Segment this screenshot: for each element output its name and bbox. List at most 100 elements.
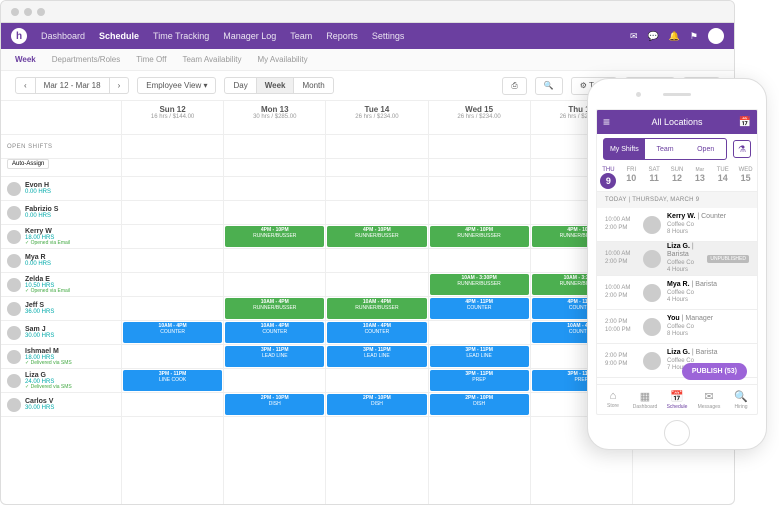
phone-day[interactable]: Mar13	[688, 164, 711, 191]
shift-block[interactable]: 3PM - 11PMLEAD LINE	[327, 346, 426, 367]
employee-row[interactable]: Mya R0.00 HRS	[1, 249, 121, 273]
schedule-cell[interactable]	[122, 273, 223, 297]
shift-block[interactable]: 3PM - 11PMPREP	[430, 370, 529, 391]
shift-block[interactable]: 3PM - 11PMLINE COOK	[123, 370, 222, 391]
shift-block[interactable]: 10AM - 4PMCOUNTER	[123, 322, 222, 343]
schedule-cell[interactable]: 2PM - 10PMDISH	[429, 393, 530, 417]
shift-block[interactable]: 2PM - 10PMDISH	[225, 394, 324, 415]
print-button[interactable]: ⎙	[502, 77, 526, 95]
phone-nav-hiring[interactable]: 🔍Hiring	[725, 385, 757, 414]
phone-day[interactable]: TUE14	[711, 164, 734, 191]
nav-team[interactable]: Team	[290, 31, 312, 41]
publish-button[interactable]: PUBLISH (53)	[682, 363, 747, 380]
employee-row[interactable]: Liza G24.00 HRS✓ Delivered via SMS	[1, 369, 121, 393]
shift-block[interactable]: 10AM - 4PMRUNNER/BUSSER	[327, 298, 426, 319]
schedule-cell[interactable]	[122, 177, 223, 201]
window-close-dot[interactable]	[11, 8, 19, 16]
schedule-cell[interactable]	[326, 249, 427, 273]
schedule-cell[interactable]: 10AM - 4PMRUNNER/BUSSER	[326, 297, 427, 321]
shift-block[interactable]: 4PM - 10PMRUNNER/BUSSER	[327, 226, 426, 247]
schedule-cell[interactable]: 3PM - 11PMLEAD LINE	[429, 345, 530, 369]
shift-block[interactable]: 3PM - 11PMLEAD LINE	[430, 346, 529, 367]
shift-block[interactable]: 2PM - 10PMDISH	[430, 394, 529, 415]
schedule-cell[interactable]: 3PM - 11PMPREP	[429, 369, 530, 393]
schedule-cell[interactable]: 10AM - 4PMCOUNTER	[326, 321, 427, 345]
schedule-cell[interactable]: 10AM - 3:30PMRUNNER/BUSSER	[429, 273, 530, 297]
subnav-item[interactable]: Week	[15, 55, 36, 64]
phone-tab[interactable]: My Shifts	[604, 139, 645, 159]
schedule-cell[interactable]	[224, 273, 325, 297]
schedule-cell[interactable]	[122, 249, 223, 273]
schedule-cell[interactable]: 3PM - 11PMLEAD LINE	[326, 345, 427, 369]
schedule-cell[interactable]: 3PM - 11PMLINE COOK	[122, 369, 223, 393]
nav-settings[interactable]: Settings	[372, 31, 405, 41]
nav-reports[interactable]: Reports	[326, 31, 358, 41]
phone-day[interactable]: THU9	[597, 164, 620, 191]
phone-day[interactable]: SAT11	[643, 164, 666, 191]
phone-nav-store[interactable]: ⌂Store	[597, 385, 629, 414]
phone-day[interactable]: FRI10	[620, 164, 643, 191]
phone-nav-dashboard[interactable]: ▦Dashboard	[629, 385, 661, 414]
subnav-item[interactable]: My Availability	[257, 55, 307, 64]
shift-block[interactable]: 10AM - 4PMCOUNTER	[225, 322, 324, 343]
nav-schedule[interactable]: Schedule	[99, 31, 139, 41]
phone-shift-item[interactable]: 10:00 AM2:00 PMMya R. | BaristaCoffee Co…	[597, 276, 757, 310]
schedule-cell[interactable]	[122, 297, 223, 321]
schedule-cell[interactable]	[224, 369, 325, 393]
phone-nav-schedule[interactable]: 📅Schedule	[661, 385, 693, 414]
schedule-cell[interactable]	[326, 273, 427, 297]
next-week-button[interactable]: ›	[110, 78, 129, 93]
employee-row[interactable]: Ishmael M18.00 HRS✓ Delivered via SMS	[1, 345, 121, 369]
phone-shift-item[interactable]: 2:00 PM10:00 PMYou | ManagerCoffee Co8 H…	[597, 310, 757, 344]
schedule-cell[interactable]: 4PM - 10PMRUNNER/BUSSER	[326, 225, 427, 249]
window-min-dot[interactable]	[24, 8, 32, 16]
schedule-cell[interactable]	[429, 249, 530, 273]
filter-icon[interactable]: ⚗	[733, 140, 751, 158]
nav-dashboard[interactable]: Dashboard	[41, 31, 85, 41]
phone-shift-item[interactable]: 10:00 AM2:00 PMKerry W. | CounterCoffee …	[597, 208, 757, 242]
chat-icon[interactable]: 💬	[647, 31, 658, 42]
phone-tab[interactable]: Open	[685, 139, 726, 159]
schedule-cell[interactable]: 10AM - 4PMRUNNER/BUSSER	[224, 297, 325, 321]
nav-manager-log[interactable]: Manager Log	[223, 31, 276, 41]
schedule-cell[interactable]: 2PM - 10PMDISH	[326, 393, 427, 417]
date-range[interactable]: Mar 12 - Mar 18	[36, 78, 110, 93]
schedule-cell[interactable]	[224, 201, 325, 225]
employee-row[interactable]: Jeff S36.00 HRS	[1, 297, 121, 321]
shift-block[interactable]: 4PM - 10PMRUNNER/BUSSER	[430, 226, 529, 247]
schedule-cell[interactable]	[326, 177, 427, 201]
nav-time-tracking[interactable]: Time Tracking	[153, 31, 209, 41]
schedule-cell[interactable]	[122, 225, 223, 249]
employee-row[interactable]: Evon H0.00 HRS	[1, 177, 121, 201]
week-button[interactable]: Week	[257, 78, 295, 93]
month-button[interactable]: Month	[294, 78, 332, 93]
schedule-cell[interactable]	[429, 321, 530, 345]
subnav-item[interactable]: Time Off	[136, 55, 166, 64]
schedule-cell[interactable]: 4PM - 10PMRUNNER/BUSSER	[224, 225, 325, 249]
schedule-cell[interactable]: 4PM - 11PMCOUNTER	[429, 297, 530, 321]
employee-row[interactable]: Fabrizio S0.00 HRS	[1, 201, 121, 225]
employee-row[interactable]: Zelda E10.50 HRS✓ Opened via Email	[1, 273, 121, 297]
employee-row[interactable]: Kerry W18.00 HRS✓ Opened via Email	[1, 225, 121, 249]
shift-block[interactable]: 10AM - 3:30PMRUNNER/BUSSER	[430, 274, 529, 295]
subnav-item[interactable]: Team Availability	[182, 55, 241, 64]
auto-assign-button[interactable]: Auto-Assign	[7, 159, 49, 169]
employee-row[interactable]: Sam J30.00 HRS	[1, 321, 121, 345]
view-select[interactable]: Employee View ▾	[137, 77, 216, 94]
employee-row[interactable]: Carlos V30.00 HRS	[1, 393, 121, 417]
day-button[interactable]: Day	[225, 78, 256, 93]
mail-icon[interactable]: ✉	[630, 31, 638, 42]
schedule-cell[interactable]: 10AM - 4PMCOUNTER	[224, 321, 325, 345]
schedule-cell[interactable]	[122, 393, 223, 417]
shift-block[interactable]: 2PM - 10PMDISH	[327, 394, 426, 415]
flag-icon[interactable]: ⚑	[690, 31, 698, 42]
user-avatar[interactable]	[708, 28, 724, 44]
home-button[interactable]	[664, 420, 690, 446]
schedule-cell[interactable]: 10AM - 4PMCOUNTER	[122, 321, 223, 345]
schedule-cell[interactable]	[429, 201, 530, 225]
bell-icon[interactable]: 🔔	[669, 31, 680, 42]
shift-block[interactable]: 10AM - 4PMRUNNER/BUSSER	[225, 298, 324, 319]
schedule-cell[interactable]: 4PM - 10PMRUNNER/BUSSER	[429, 225, 530, 249]
window-max-dot[interactable]	[37, 8, 45, 16]
schedule-cell[interactable]	[326, 369, 427, 393]
